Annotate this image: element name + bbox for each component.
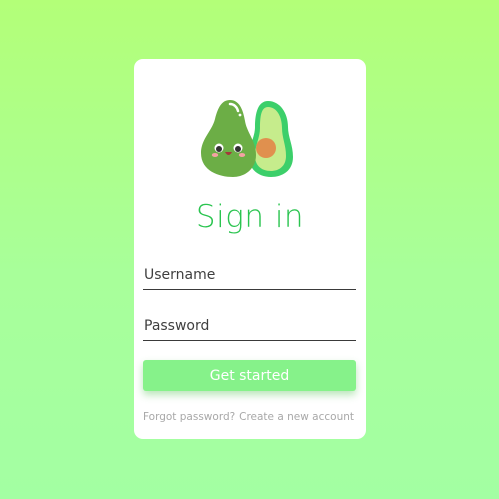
get-started-button[interactable]: Get started xyxy=(143,360,356,391)
avocado-icon xyxy=(201,100,293,177)
auth-links: Forgot password? Create a new account xyxy=(143,411,356,427)
create-account-link[interactable]: Create a new account xyxy=(239,411,354,423)
sign-in-card: Sign in Get started Forgot password? Cre… xyxy=(134,59,366,439)
password-field[interactable] xyxy=(143,311,356,341)
page-title: Sign in xyxy=(195,199,305,235)
username-field[interactable] xyxy=(143,260,356,290)
forgot-password-link[interactable]: Forgot password? xyxy=(143,411,235,423)
